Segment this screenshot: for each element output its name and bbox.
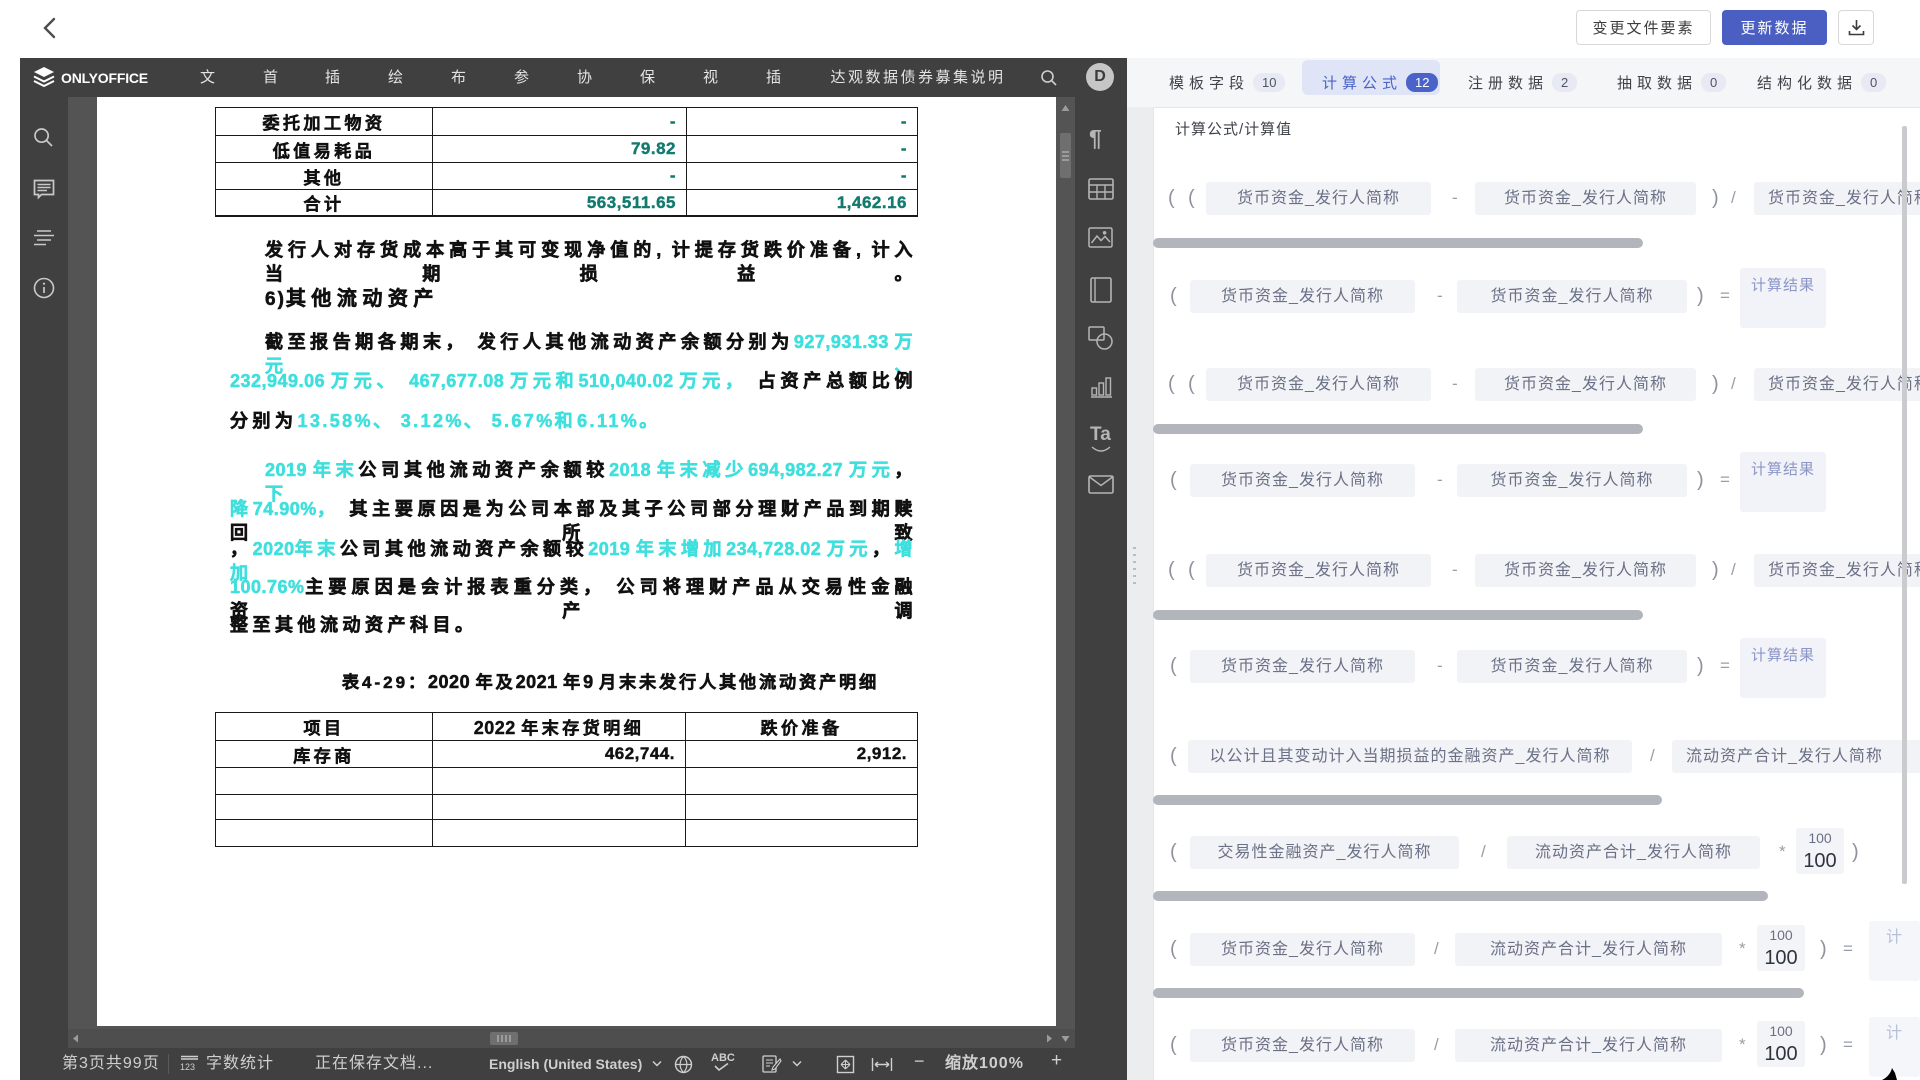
svg-text:123: 123	[180, 1062, 195, 1072]
